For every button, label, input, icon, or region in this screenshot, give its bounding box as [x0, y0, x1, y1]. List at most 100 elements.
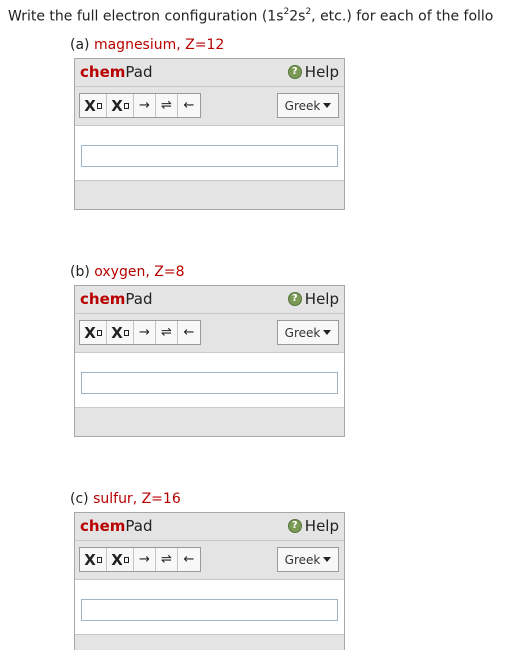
chempad-brand-suffix: Pad	[125, 290, 153, 308]
subscript-box-icon	[96, 329, 102, 336]
help-button[interactable]: ? Help	[287, 63, 339, 81]
chempad-title: chemPad	[80, 290, 152, 308]
page: Write the full electron configuration (1…	[0, 0, 520, 650]
chempad: chemPad ? Help X X → ⇌ ← Greek	[74, 512, 345, 650]
superscript-box-icon	[123, 556, 129, 563]
question-text-mid: 2s	[289, 8, 306, 25]
greek-dropdown[interactable]: Greek	[277, 93, 339, 118]
question-text: Write the full electron configuration (1…	[8, 7, 494, 25]
help-icon: ?	[287, 65, 302, 79]
help-label: Help	[304, 290, 339, 308]
subscript-letter: X	[84, 323, 96, 342]
chempad-brand: chem	[80, 517, 126, 535]
superscript-letter: X	[111, 96, 123, 115]
superscript-box-icon	[123, 329, 129, 336]
answer-input-c[interactable]	[81, 599, 338, 621]
chempad-editor	[75, 580, 344, 635]
left-arrow-icon: ←	[183, 98, 195, 113]
subscript-letter: X	[84, 96, 96, 115]
greek-label: Greek	[284, 98, 321, 113]
chempad-toolbar: X X → ⇌ ← Greek	[75, 87, 344, 126]
chempad-editor	[75, 353, 344, 408]
chempad-footer	[75, 181, 344, 209]
greek-label: Greek	[284, 552, 321, 567]
caret-down-icon	[323, 557, 332, 562]
part-b: (b) oxygen, Z=8 chemPad ? Help X X → ⇌ ←…	[70, 263, 345, 437]
right-arrow-button[interactable]: →	[134, 94, 156, 117]
chempad-footer	[75, 408, 344, 436]
answer-input-b[interactable]	[81, 372, 338, 394]
part-letter: (b)	[70, 264, 90, 280]
equilibrium-arrow-button[interactable]: ⇌	[156, 321, 178, 344]
equilibrium-arrow-icon: ⇌	[161, 552, 172, 567]
question-sup-1: 2	[283, 7, 290, 17]
greek-dropdown[interactable]: Greek	[277, 320, 339, 345]
help-icon: ?	[287, 292, 302, 306]
part-label: (c) sulfur, Z=16	[70, 490, 345, 512]
equilibrium-arrow-button[interactable]: ⇌	[156, 94, 178, 117]
subscript-letter: X	[84, 550, 96, 569]
right-arrow-icon: →	[139, 552, 150, 567]
part-letter: (c)	[70, 491, 89, 507]
equilibrium-arrow-icon: ⇌	[161, 98, 172, 113]
help-label: Help	[304, 63, 339, 81]
equilibrium-arrow-icon: ⇌	[161, 325, 172, 340]
subscript-box-icon	[96, 102, 102, 109]
superscript-box-icon	[123, 102, 129, 109]
right-arrow-button[interactable]: →	[134, 321, 156, 344]
chempad-brand-suffix: Pad	[125, 517, 153, 535]
superscript-button[interactable]: X	[107, 321, 134, 344]
help-button[interactable]: ? Help	[287, 517, 339, 535]
greek-dropdown[interactable]: Greek	[277, 547, 339, 572]
left-arrow-button[interactable]: ←	[178, 321, 200, 344]
chempad-toolbar: X X → ⇌ ← Greek	[75, 314, 344, 353]
superscript-button[interactable]: X	[107, 94, 134, 117]
left-arrow-icon: ←	[183, 552, 195, 567]
question-sup-2: 2	[305, 7, 312, 17]
greek-label: Greek	[284, 325, 321, 340]
chempad-header: chemPad ? Help	[75, 286, 344, 314]
chempad-header: chemPad ? Help	[75, 59, 344, 87]
chempad-title: chemPad	[80, 517, 152, 535]
chempad: chemPad ? Help X X → ⇌ ← Greek	[74, 58, 345, 210]
left-arrow-button[interactable]: ←	[178, 548, 200, 571]
chempad-editor	[75, 126, 344, 181]
question-text-start: Write the full electron configuration (1…	[8, 8, 284, 25]
help-button[interactable]: ? Help	[287, 290, 339, 308]
help-label: Help	[304, 517, 339, 535]
part-label: (b) oxygen, Z=8	[70, 263, 345, 285]
part-a: (a) magnesium, Z=12 chemPad ? Help X X →…	[70, 36, 345, 210]
question-text-end: , etc.) for each of the follo	[311, 8, 494, 25]
chempad: chemPad ? Help X X → ⇌ ← Greek	[74, 285, 345, 437]
left-arrow-button[interactable]: ←	[178, 94, 200, 117]
chempad-brand: chem	[80, 63, 126, 81]
subscript-button[interactable]: X	[80, 321, 107, 344]
equilibrium-arrow-button[interactable]: ⇌	[156, 548, 178, 571]
part-letter: (a)	[70, 37, 90, 53]
part-element: sulfur, Z=16	[93, 491, 181, 507]
part-c: (c) sulfur, Z=16 chemPad ? Help X X → ⇌	[70, 490, 345, 650]
part-label: (a) magnesium, Z=12	[70, 36, 345, 58]
right-arrow-icon: →	[139, 98, 150, 113]
right-arrow-icon: →	[139, 325, 150, 340]
superscript-letter: X	[111, 550, 123, 569]
format-tool-group: X X → ⇌ ←	[79, 93, 201, 118]
subscript-button[interactable]: X	[80, 94, 107, 117]
superscript-letter: X	[111, 323, 123, 342]
subscript-button[interactable]: X	[80, 548, 107, 571]
caret-down-icon	[323, 103, 332, 108]
superscript-button[interactable]: X	[107, 548, 134, 571]
answer-input-a[interactable]	[81, 145, 338, 167]
part-element: oxygen, Z=8	[94, 264, 185, 280]
part-element: magnesium, Z=12	[93, 37, 225, 53]
format-tool-group: X X → ⇌ ←	[79, 320, 201, 345]
right-arrow-button[interactable]: →	[134, 548, 156, 571]
chempad-brand: chem	[80, 290, 126, 308]
chempad-header: chemPad ? Help	[75, 513, 344, 541]
chempad-footer	[75, 635, 344, 650]
chempad-toolbar: X X → ⇌ ← Greek	[75, 541, 344, 580]
format-tool-group: X X → ⇌ ←	[79, 547, 201, 572]
chempad-title: chemPad	[80, 63, 152, 81]
help-icon: ?	[287, 519, 302, 533]
chempad-brand-suffix: Pad	[125, 63, 153, 81]
